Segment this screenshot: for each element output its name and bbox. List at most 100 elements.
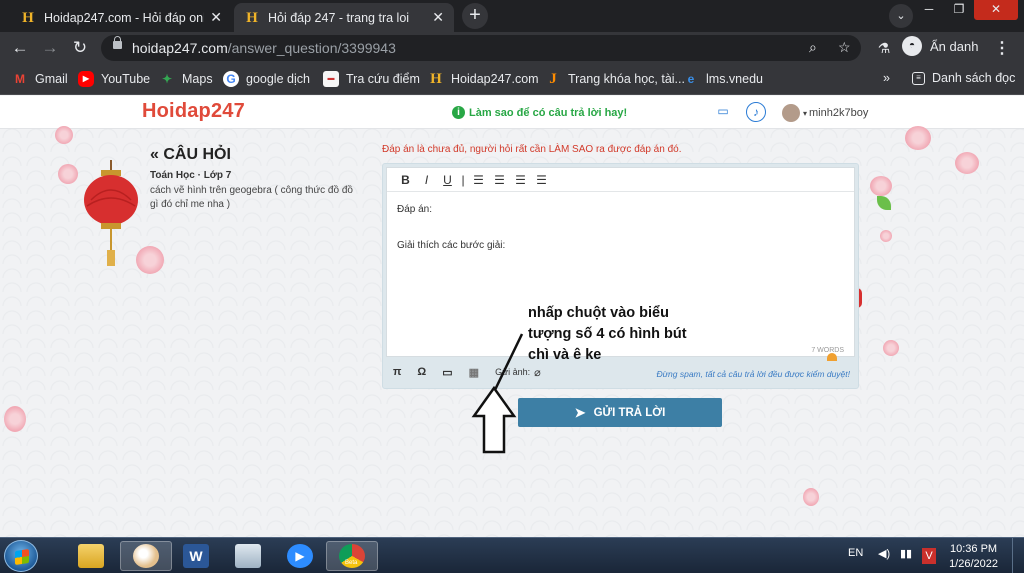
system-clock[interactable]: 10:36 PM 1/26/2022 <box>949 542 998 572</box>
notification-bell-icon[interactable]: ♪ <box>746 102 766 122</box>
j-icon: J <box>549 71 557 87</box>
tab-title: Hoidap247.com - Hỏi đáp online <box>44 10 205 25</box>
reading-list-button[interactable]: ≡ Danh sách đọc <box>912 71 1015 85</box>
minimize-icon[interactable]: ─ <box>914 0 944 20</box>
language-indicator[interactable]: EN <box>848 547 863 559</box>
omega-icon[interactable]: Ω <box>417 366 426 378</box>
tab-answer-page[interactable]: H Hỏi đáp 247 - trang tra loi ✕ <box>234 3 454 32</box>
reading-list-icon: ≡ <box>912 71 925 85</box>
blossom-decoration <box>880 230 892 242</box>
incognito-profile[interactable]: ◓ Ẩn danh <box>902 36 978 56</box>
username: minh2k7boy <box>809 107 869 119</box>
site-logo[interactable]: Hoidap247 <box>142 100 245 123</box>
menu-dots-icon[interactable]: ⋮ <box>994 38 1010 58</box>
bookmarks-bar: M Gmail ▶ YouTube ✦ Maps Ggoogle dịch ▬ Tra … <box>0 64 1024 95</box>
tab-title: Hỏi đáp 247 - trang tra loi <box>268 10 410 25</box>
editor-toolbar: B I U | ☰ ☰ ☰ ☰ <box>387 168 854 192</box>
info-icon: i <box>452 106 465 119</box>
underline-button[interactable]: U <box>437 173 458 187</box>
close-window-icon[interactable]: ✕ <box>974 0 1018 20</box>
maps-icon: ✦ <box>161 72 173 86</box>
blossom-decoration <box>55 126 73 144</box>
tip-link[interactable]: i Làm sao để có câu trả lời hay! <box>452 106 627 119</box>
bookmark-gmail[interactable]: M Gmail <box>12 71 68 87</box>
taskbar: W ▶ Beta EN ◀) ▮▮ V 10:36 PM 1/26/2022 <box>0 537 1024 573</box>
back-arrow-icon[interactable]: ← <box>10 38 30 58</box>
address-bar[interactable]: hoidap247.com/answer_question/3399943 ⌕ … <box>101 35 861 61</box>
bookmark-tra-cuu-diem[interactable]: ▬ Tra cứu điểm <box>323 71 420 87</box>
blossom-decoration <box>905 126 931 150</box>
new-tab-button[interactable]: + <box>462 3 488 29</box>
clock-date: 1/26/2022 <box>949 558 998 570</box>
zoom-search-icon[interactable]: ⌕ <box>809 39 817 56</box>
taskbar-calculator[interactable] <box>222 541 274 571</box>
calculator-icon <box>235 544 261 568</box>
align-center-icon[interactable]: ☰ <box>489 173 510 187</box>
taskbar-explorer[interactable] <box>65 541 117 571</box>
lock-icon[interactable] <box>113 36 122 49</box>
browser-toolbar: ← → ↻ hoidap247.com/answer_question/3399… <box>0 32 1024 64</box>
moderation-note: Đừng spam, tất cả câu trả lời đều được k… <box>656 369 851 379</box>
bookmark-star-icon[interactable]: ☆ <box>838 39 851 56</box>
hoidap-icon: H <box>430 71 442 87</box>
align-justify-icon[interactable]: ☰ <box>531 173 552 187</box>
start-button[interactable] <box>4 540 38 572</box>
taskbar-word[interactable]: W <box>170 541 222 571</box>
taskbar-paint[interactable] <box>120 541 172 571</box>
maximize-icon[interactable]: ❐ <box>944 0 974 20</box>
bold-button[interactable]: B <box>395 173 416 187</box>
align-right-icon[interactable]: ☰ <box>510 173 531 187</box>
explanation-line: Giải thích các bước giải: <box>397 240 506 251</box>
tab-hoidap-home[interactable]: H Hoidap247.com - Hỏi đáp online ✕ <box>10 3 232 32</box>
bookmark-hoidap247[interactable]: H Hoidap247.com <box>428 71 538 87</box>
chat-icon[interactable]: ▭ <box>713 102 733 122</box>
lantern-decoration <box>84 160 138 266</box>
blossom-decoration <box>136 246 164 274</box>
volume-icon[interactable]: ◀) <box>878 547 890 560</box>
paperclip-icon[interactable]: ⌀ <box>534 366 541 379</box>
answer-warning: Đáp án là chưa đủ, người hỏi rất cần LÀM… <box>382 144 682 155</box>
leaf-decoration <box>877 196 891 210</box>
question-text: cách vẽ hình trên geogebra ( công thức đ… <box>150 185 353 210</box>
question-subject: Toán Học · Lớp 7 <box>150 170 232 181</box>
chrome-beta-label: Beta <box>345 560 358 566</box>
network-icon[interactable]: ▮▮ <box>900 547 912 560</box>
formula-icon[interactable]: ▭ <box>442 366 452 379</box>
bookmark-lms-vnedu[interactable]: e lms.vnedu <box>683 71 763 87</box>
close-icon[interactable]: ✕ <box>210 9 222 26</box>
bookmark-google-dich[interactable]: Ggoogle dịch <box>223 71 310 87</box>
annotation-text: nhấp chuột vào biểu tượng số 4 có hình b… <box>528 305 687 363</box>
site-header: Hoidap247 i Làm sao để có câu trả lời ha… <box>0 96 1024 129</box>
avatar <box>782 104 800 122</box>
hoidap-favicon-icon: H <box>22 9 34 26</box>
editor-content[interactable]: Đáp án: Giải thích các bước giải: <box>387 192 854 288</box>
profile-label: Ẩn danh <box>930 38 979 54</box>
taskbar-chrome-beta[interactable]: Beta <box>326 541 378 571</box>
submit-answer-button[interactable]: ➤ GỬI TRẢ LỜI <box>518 398 722 427</box>
flask-icon[interactable]: ⚗ <box>874 38 894 58</box>
youtube-icon: ▶ <box>78 71 94 87</box>
italic-button[interactable]: I <box>416 173 437 187</box>
window-controls: ─ ❐ ✕ <box>914 0 1018 20</box>
antivirus-icon[interactable]: V <box>922 548 936 564</box>
show-desktop-button[interactable] <box>1012 538 1024 573</box>
reload-icon[interactable]: ↻ <box>70 38 90 58</box>
url-text: hoidap247.com/answer_question/3399943 <box>132 40 396 56</box>
forward-arrow-icon[interactable]: → <box>40 38 60 58</box>
caret-down-icon: ▾ <box>803 108 808 118</box>
taskbar-zoom[interactable]: ▶ <box>274 541 326 571</box>
bookmark-youtube[interactable]: ▶ YouTube <box>78 71 150 87</box>
arrow-annotation-icon <box>471 333 524 454</box>
close-icon[interactable]: ✕ <box>432 9 444 26</box>
more-bookmarks-button[interactable]: » <box>883 71 890 85</box>
send-icon: ➤ <box>574 404 586 420</box>
resize-handle-icon[interactable] <box>827 353 837 361</box>
chevron-down-icon[interactable]: ⌄ <box>889 4 913 28</box>
bookmark-trang-khoa-hoc[interactable]: J Trang khóa học, tài... <box>545 71 685 87</box>
align-left-icon[interactable]: ☰ <box>468 173 489 187</box>
bookmark-maps[interactable]: ✦ Maps <box>159 71 213 87</box>
blossom-decoration <box>803 488 819 506</box>
pi-icon[interactable]: π <box>393 366 401 378</box>
blossom-decoration <box>58 164 78 184</box>
user-menu[interactable]: ▾ minh2k7boy <box>782 104 868 122</box>
